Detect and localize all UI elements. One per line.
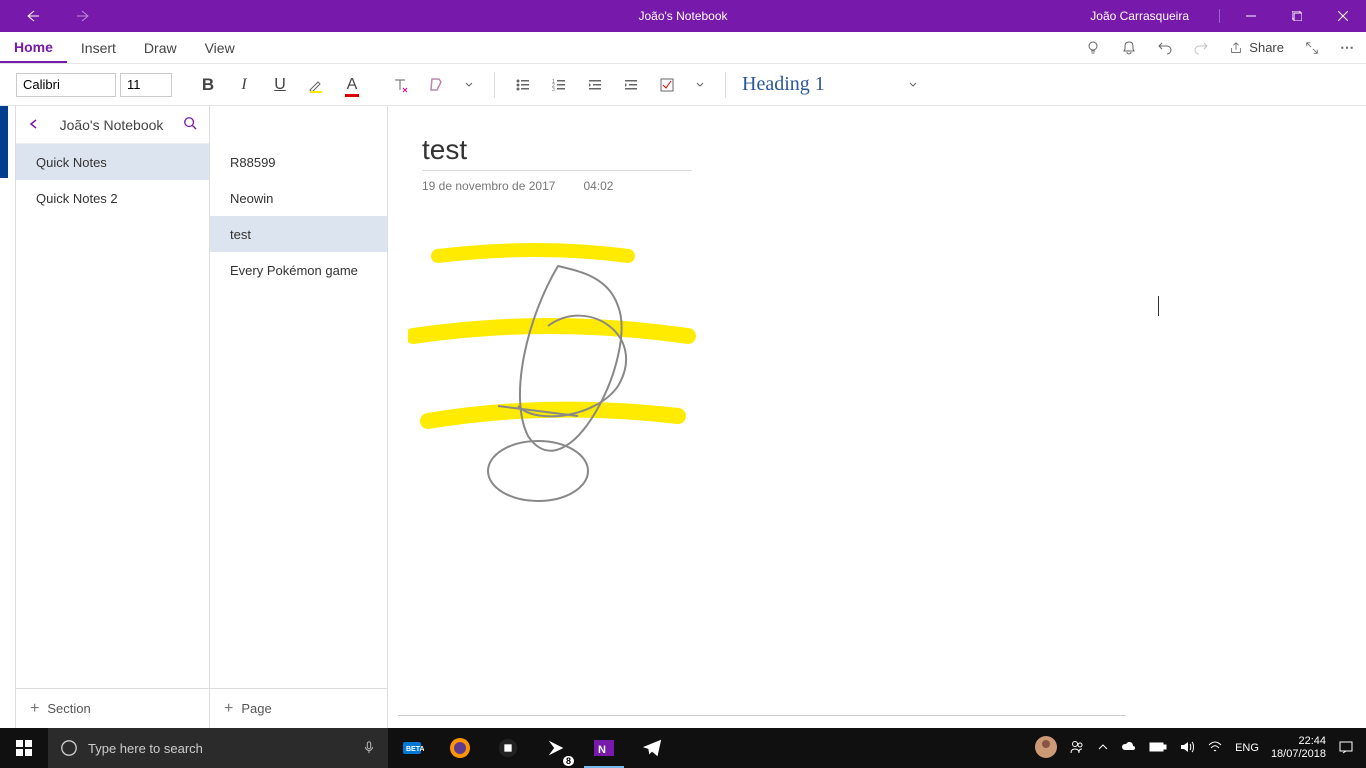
share-label: Share [1249, 40, 1284, 55]
add-section-button[interactable]: + Section [16, 688, 209, 728]
italic-button[interactable]: I [228, 69, 260, 101]
highlight-button[interactable] [300, 69, 332, 101]
font-color-button[interactable]: A [336, 69, 368, 101]
share-button[interactable]: Share [1219, 32, 1294, 63]
cortana-icon [60, 739, 78, 757]
tray-volume-icon[interactable] [1179, 739, 1195, 758]
clear-formatting-button[interactable] [384, 69, 416, 101]
footer-divider [398, 715, 1126, 716]
add-section-label: Section [47, 701, 90, 716]
user-name[interactable]: João Carrasqueira [1090, 9, 1220, 23]
tray-wifi-icon[interactable] [1207, 739, 1223, 758]
search-placeholder: Type here to search [88, 741, 203, 756]
page-item[interactable]: R88599 [210, 144, 387, 180]
redo-button[interactable] [1183, 32, 1219, 63]
outdent-button[interactable] [579, 69, 611, 101]
tray-avatar[interactable] [1035, 736, 1057, 761]
taskbar-app-app3[interactable] [484, 728, 532, 768]
underline-button[interactable]: U [264, 69, 296, 101]
nav-forward-button[interactable] [74, 6, 94, 26]
page-item[interactable]: Neowin [210, 180, 387, 216]
plus-icon: + [224, 700, 233, 718]
tab-draw[interactable]: Draw [130, 32, 191, 63]
section-color-tabs[interactable] [0, 106, 16, 728]
style-dropdown[interactable] [900, 69, 926, 101]
section-tab-1[interactable] [0, 106, 8, 142]
font-name-input[interactable]: Calibri [16, 73, 116, 97]
minimize-button[interactable] [1228, 0, 1274, 32]
start-button[interactable] [0, 728, 48, 768]
taskbar: Type here to search BETA 8 N ENG 22:44 1… [0, 728, 1366, 768]
taskbar-app-onenote[interactable]: N [580, 728, 628, 768]
page-title[interactable]: test [422, 134, 692, 171]
indent-button[interactable] [615, 69, 647, 101]
paragraph-more-dropdown[interactable] [687, 69, 713, 101]
taskbar-app-firefox[interactable] [436, 728, 484, 768]
lightbulb-icon[interactable] [1075, 32, 1111, 63]
taskbar-app-edge[interactable]: BETA [388, 728, 436, 768]
todo-tag-button[interactable] [651, 69, 683, 101]
titlebar: João's Notebook João Carrasqueira [0, 0, 1366, 32]
undo-button[interactable] [1147, 32, 1183, 63]
bullets-button[interactable] [507, 69, 539, 101]
mic-icon[interactable] [362, 740, 376, 757]
page-canvas[interactable]: test 19 de novembro de 2017 04:02 [388, 106, 1366, 728]
maximize-button[interactable] [1274, 0, 1320, 32]
page-pane: R88599 Neowin test Every Pokémon game + … [210, 106, 388, 728]
tray-language[interactable]: ENG [1235, 742, 1259, 754]
tab-insert[interactable]: Insert [67, 32, 130, 63]
bell-icon[interactable] [1111, 32, 1147, 63]
notebook-name[interactable]: João's Notebook [60, 117, 164, 133]
more-button[interactable]: ⋯ [1330, 32, 1366, 63]
tab-view[interactable]: View [191, 32, 249, 63]
page-date: 19 de novembro de 2017 04:02 [422, 179, 1332, 193]
window-title: João's Notebook [638, 9, 727, 23]
tray-people-icon[interactable] [1069, 739, 1085, 758]
font-size-input[interactable]: 11 [120, 73, 172, 97]
section-item[interactable]: Quick Notes 2 [16, 180, 209, 216]
taskbar-app-telegram[interactable] [628, 728, 676, 768]
numbering-button[interactable]: 123 [543, 69, 575, 101]
format-painter-button[interactable] [420, 69, 452, 101]
style-selector[interactable]: Heading 1 [738, 70, 878, 100]
taskbar-app-app4[interactable]: 8 [532, 728, 580, 768]
tab-home[interactable]: Home [0, 32, 67, 63]
font-more-dropdown[interactable] [456, 69, 482, 101]
section-pane: João's Notebook Quick Notes Quick Notes … [16, 106, 210, 728]
svg-text:3: 3 [552, 87, 555, 93]
close-button[interactable] [1320, 0, 1366, 32]
bold-button[interactable]: B [192, 69, 224, 101]
plus-icon: + [30, 700, 39, 718]
notebook-back-button[interactable] [28, 117, 40, 133]
add-page-label: Page [241, 701, 271, 716]
page-item[interactable]: Every Pokémon game [210, 252, 387, 288]
taskbar-search[interactable]: Type here to search [48, 728, 388, 768]
svg-text:N: N [598, 744, 606, 756]
page-item[interactable]: test [210, 216, 387, 252]
ink-drawing [408, 236, 768, 556]
taskbar-badge: 8 [563, 756, 574, 766]
tray-notifications-icon[interactable] [1338, 739, 1354, 758]
tray-chevron-up-icon[interactable] [1097, 741, 1109, 756]
tray-battery-icon[interactable] [1149, 741, 1167, 756]
svg-text:BETA: BETA [406, 746, 424, 753]
section-item[interactable]: Quick Notes [16, 144, 209, 180]
toolbar: Calibri 11 B I U A 123 Heading 1 [0, 64, 1366, 106]
section-tab-2[interactable] [0, 142, 8, 178]
fullscreen-button[interactable] [1294, 32, 1330, 63]
nav-back-button[interactable] [22, 6, 42, 26]
text-cursor [1158, 296, 1159, 316]
menubar: Home Insert Draw View Share ⋯ [0, 32, 1366, 64]
add-page-button[interactable]: + Page [210, 688, 387, 728]
tray-clock[interactable]: 22:44 18/07/2018 [1271, 735, 1326, 761]
search-button[interactable] [183, 116, 197, 133]
tray-onedrive-icon[interactable] [1121, 739, 1137, 758]
